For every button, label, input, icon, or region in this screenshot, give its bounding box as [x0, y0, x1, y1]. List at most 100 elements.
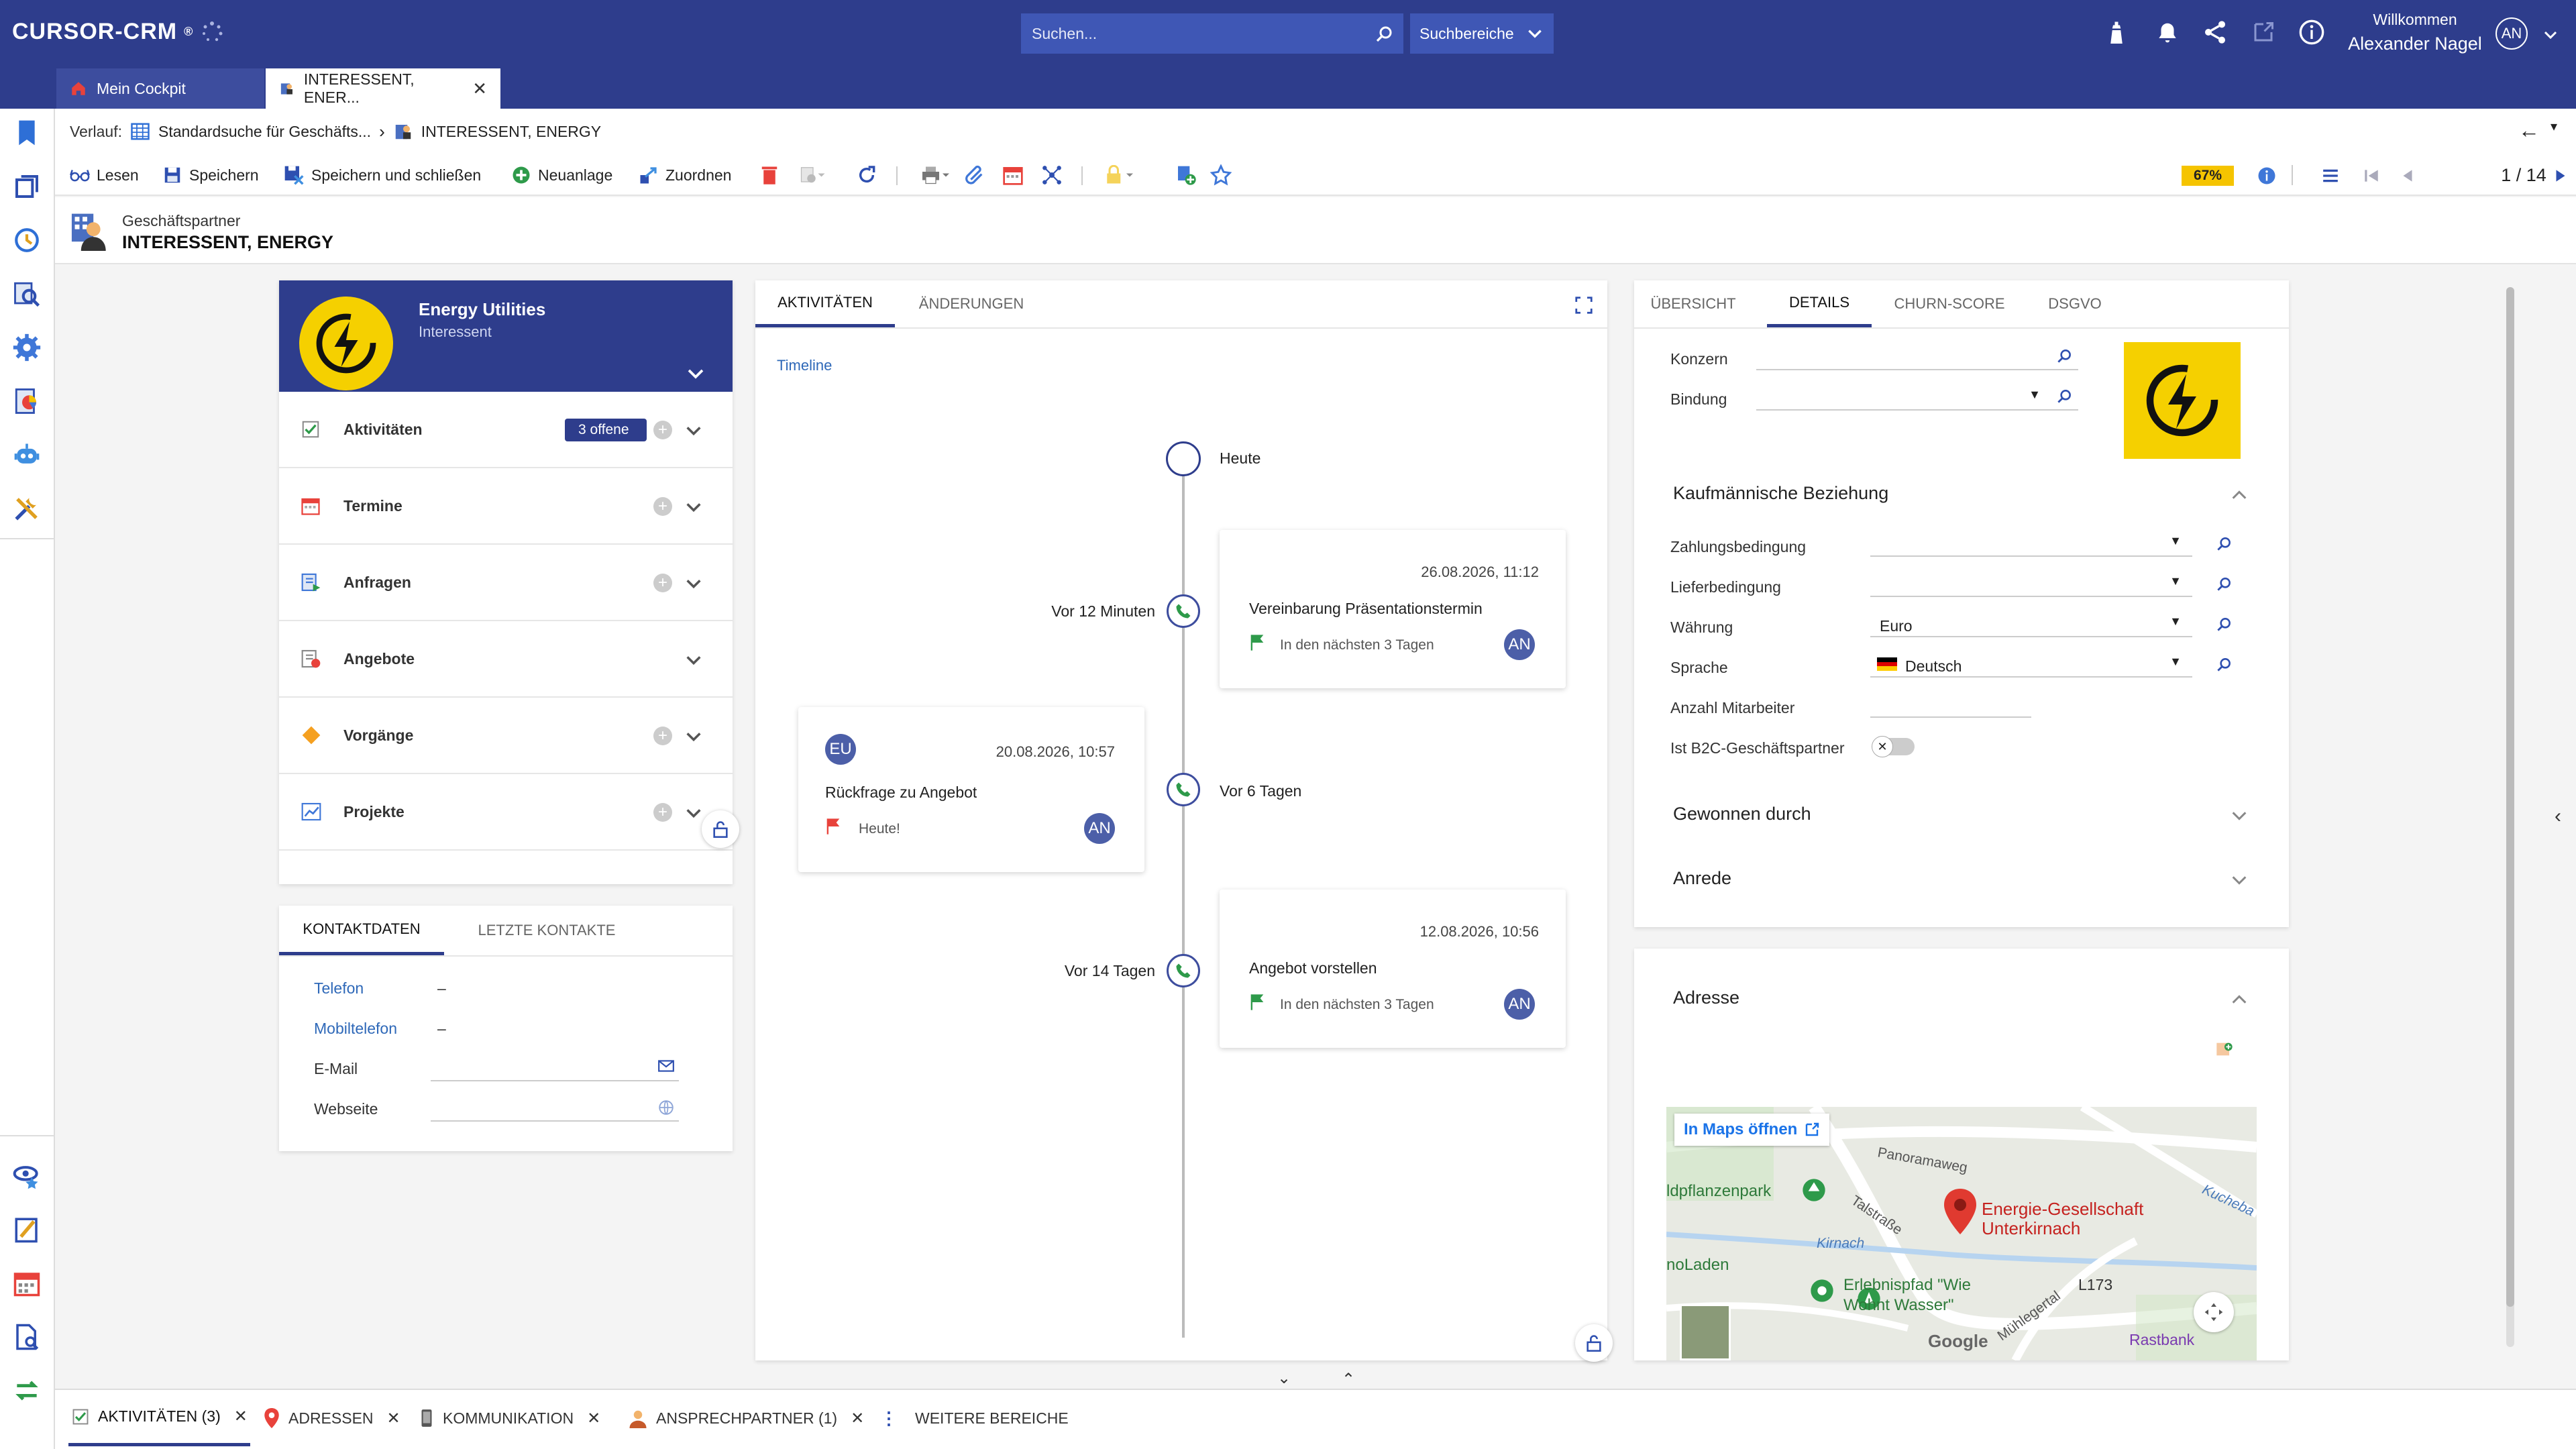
open-external-icon[interactable] [2251, 20, 2275, 44]
attachment-button[interactable] [965, 154, 986, 196]
settings-gear-icon[interactable] [9, 330, 44, 365]
add-document-button[interactable] [1175, 154, 1197, 196]
section-inquiries[interactable]: Anfragen + [279, 545, 733, 621]
activity-card[interactable]: 12.08.2026, 10:56 Angebot vorstellen In … [1220, 890, 1566, 1048]
search-icon[interactable] [1374, 24, 1394, 44]
section-appointments[interactable]: Termine + [279, 468, 733, 545]
map-fullscreen-button[interactable] [2194, 1292, 2234, 1332]
chevron-down-icon[interactable] [684, 498, 703, 517]
breadcrumb-item[interactable]: Standardsuche für Geschäfts... [158, 123, 371, 141]
add-inquiry-button[interactable]: + [653, 574, 672, 592]
tab-mein-cockpit[interactable]: Mein Cockpit [56, 68, 264, 109]
save-close-button[interactable]: Speichern und schließen [283, 154, 481, 196]
windows-icon[interactable] [9, 169, 44, 204]
search-records-icon[interactable] [9, 276, 44, 311]
map-marker-add-icon[interactable] [2215, 1040, 2234, 1059]
assistant-robot-icon[interactable] [9, 437, 44, 472]
chevron-down-icon[interactable] [684, 421, 703, 440]
expand-up-icon[interactable]: ⌃ [1342, 1370, 1355, 1389]
lock-toggle-button[interactable] [702, 810, 739, 848]
group-field[interactable] [1756, 342, 2078, 370]
currency-field[interactable]: Euro ▼ [1870, 610, 2192, 637]
lock-toggle-button[interactable] [1575, 1324, 1613, 1362]
close-icon[interactable]: ✕ [387, 1409, 400, 1428]
website-field[interactable] [431, 1092, 679, 1122]
section-offers[interactable]: Angebote [279, 621, 733, 698]
dropdown-caret-icon[interactable]: ▼ [2029, 388, 2041, 402]
tab-changes[interactable]: ÄNDERUNGEN [898, 280, 1045, 327]
search-icon[interactable] [2215, 656, 2233, 674]
new-button[interactable]: Neuanlage [511, 154, 612, 196]
lighthouse-icon[interactable] [2106, 20, 2127, 47]
add-activity-button[interactable]: + [653, 421, 672, 439]
map-view[interactable]: In Maps öffnen Panoramaweg Talstraße Kir… [1666, 1107, 2257, 1360]
open-count-badge[interactable]: 3 offene [565, 419, 647, 441]
activity-card[interactable]: 26.08.2026, 11:12 Vereinbarung Präsentat… [1220, 530, 1566, 688]
search-scope-select[interactable]: Suchbereiche [1410, 13, 1554, 54]
back-arrow-icon[interactable]: ← [2518, 118, 2540, 143]
tab-interessent-energy[interactable]: INTERESSENT, ENER... ✕ [266, 68, 500, 109]
scrollbar-track[interactable] [2506, 287, 2514, 1347]
tab-overview[interactable]: ÜBERSICHT [1634, 280, 1752, 327]
chevron-down-icon[interactable] [684, 804, 703, 822]
close-icon[interactable]: ✕ [851, 1409, 864, 1428]
close-icon[interactable]: ✕ [472, 78, 487, 99]
company-avatar[interactable]: EU [825, 734, 856, 765]
tab-churn-score[interactable]: CHURN-SCORE [1882, 280, 2017, 327]
favorite-button[interactable] [1210, 154, 1232, 196]
section-projects[interactable]: Projekte + [279, 774, 733, 851]
dropdown-caret-icon[interactable]: ▼ [2169, 614, 2182, 629]
owner-avatar[interactable]: AN [1504, 989, 1535, 1020]
activity-card[interactable]: EU 20.08.2026, 10:57 Rückfrage zu Angebo… [798, 707, 1144, 872]
bookmark-icon[interactable] [9, 115, 44, 150]
company-card-header[interactable]: Energy Utilities Interessent [279, 280, 733, 392]
open-in-maps-link[interactable]: In Maps öffnen [1674, 1114, 1830, 1146]
street-view-thumbnail[interactable] [1680, 1304, 1731, 1360]
watch-star-icon[interactable] [9, 1159, 44, 1193]
owner-avatar[interactable]: AN [1504, 629, 1535, 660]
notification-bell-icon[interactable] [2155, 20, 2180, 46]
collapse-right-icon[interactable]: ‹ [2555, 805, 2561, 828]
won-by-section[interactable]: Gewonnen durch [1673, 804, 1811, 824]
tools-icon[interactable] [9, 491, 44, 526]
calendar-button[interactable] [1002, 154, 1024, 196]
close-icon[interactable]: ✕ [234, 1407, 248, 1426]
chevron-up-icon[interactable] [2230, 990, 2249, 1009]
list-menu-icon[interactable] [2321, 167, 2340, 184]
b2c-toggle[interactable]: ✕ [1872, 736, 1915, 757]
section-activities[interactable]: Aktivitäten 3 offene + [279, 392, 733, 468]
bottom-tab-contacts[interactable]: ANSPRECHPARTNER (1) ✕ [628, 1390, 864, 1446]
history-icon[interactable] [9, 223, 44, 258]
payment-terms-field[interactable]: ▼ [1870, 530, 2192, 557]
tab-contact-data[interactable]: KONTAKTDATEN [279, 906, 444, 955]
completeness-badge[interactable]: 67% [2182, 166, 2234, 186]
app-logo[interactable]: CURSOR-CRM ® [12, 19, 224, 45]
tab-activities[interactable]: AKTIVITÄTEN [755, 280, 895, 327]
dropdown-caret-icon[interactable]: ▼ [2169, 655, 2182, 669]
bottom-tab-activities[interactable]: AKTIVITÄTEN (3) ✕ [68, 1390, 250, 1446]
section-processes[interactable]: Vorgänge + [279, 698, 733, 774]
fullscreen-icon[interactable] [1574, 295, 1594, 315]
search-icon[interactable] [2215, 616, 2233, 633]
owner-avatar[interactable]: AN [1084, 813, 1115, 844]
delete-button[interactable] [761, 154, 778, 196]
chevron-down-icon[interactable] [684, 727, 703, 746]
chevron-down-icon[interactable] [684, 651, 703, 669]
breadcrumb-item[interactable]: INTERESSENT, ENERGY [421, 123, 601, 141]
print-button[interactable] [918, 154, 954, 196]
network-button[interactable] [1041, 154, 1063, 196]
chevron-down-icon[interactable] [684, 574, 703, 593]
delivery-terms-field[interactable]: ▼ [1870, 570, 2192, 597]
employee-count-field[interactable] [1870, 691, 2031, 718]
add-appointment-button[interactable]: + [653, 497, 672, 516]
bottom-tab-more[interactable]: ⋮ WEITERE BEREICHE [880, 1390, 1069, 1446]
mail-icon[interactable] [657, 1059, 675, 1073]
chevron-down-icon[interactable] [686, 364, 706, 384]
calendar-icon[interactable] [9, 1266, 44, 1301]
language-field[interactable]: Deutsch ▼ [1870, 651, 2192, 678]
search-icon[interactable] [2215, 535, 2233, 553]
user-name[interactable]: Alexander Nagel [2341, 34, 2489, 54]
add-process-button[interactable]: + [653, 727, 672, 745]
close-icon[interactable]: ✕ [587, 1409, 600, 1428]
mobile-label[interactable]: Mobiltelefon [314, 1020, 397, 1038]
